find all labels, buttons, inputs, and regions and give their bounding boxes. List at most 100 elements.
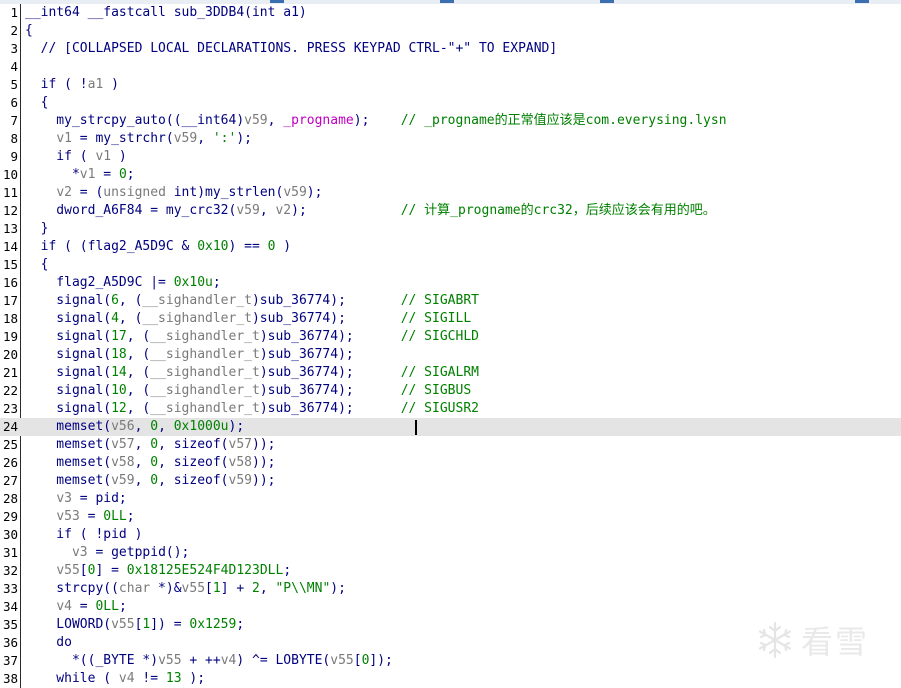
- watermark-text: 看雪: [801, 623, 870, 661]
- code-line[interactable]: 3 // [COLLAPSED LOCAL DECLARATIONS. PRES…: [0, 40, 901, 58]
- code-token: v55: [158, 653, 182, 668]
- code-line[interactable]: 23 signal(12, (__sighandler_t)sub_36774)…: [0, 400, 901, 418]
- code-token: 0x18125E524F4D123DLL: [126, 563, 284, 578]
- code-line[interactable]: 9 if ( v1 ): [0, 148, 901, 166]
- watermark: 看雪: [755, 616, 885, 664]
- tab-indicator[interactable]: [600, 0, 614, 3]
- code-line[interactable]: 21 signal(14, (__sighandler_t)sub_36774)…: [0, 364, 901, 382]
- code-line[interactable]: 25 memset(v57, 0, sizeof(v57));: [0, 436, 901, 454]
- code-token: 0LL: [95, 599, 119, 614]
- code-line[interactable]: 28 v3 = pid;: [0, 490, 901, 508]
- tab-indicator[interactable]: [440, 0, 454, 3]
- code-token: __sighandler_t: [150, 383, 260, 398]
- code-area[interactable]: 1 __int64 __fastcall sub_3DDB4(int a1) 2{3…: [0, 4, 901, 688]
- code-token: signal(: [25, 329, 112, 344]
- code-line[interactable]: 10 *v1 = 0;: [0, 166, 901, 184]
- code-line[interactable]: 24 memset(v56, 0, 0x1000u);: [0, 418, 901, 436]
- code-line[interactable]: 4: [0, 58, 901, 76]
- line-number: 37: [2, 653, 18, 668]
- code-token: );: [291, 203, 401, 218]
- tab-indicator[interactable]: [855, 0, 869, 3]
- code-token: 0: [118, 167, 127, 182]
- code-line[interactable]: 26 memset(v58, 0, sizeof(v58));: [0, 454, 901, 472]
- code-line[interactable]: 13 }: [0, 220, 901, 238]
- code-token: ): [275, 239, 292, 254]
- code-line[interactable]: 16 flag2_A5D9C |= 0x10u;: [0, 274, 901, 292]
- code-token: __int64 __fastcall sub_3DDB4(int a1): [25, 5, 307, 20]
- code-token: 0LL: [103, 509, 127, 524]
- code-text: }: [25, 220, 49, 238]
- code-line[interactable]: 33 strcpy((char *)&v55[1] + 2, "P\\MN");: [0, 580, 901, 598]
- code-line[interactable]: 27 memset(v59, 0, sizeof(v59));: [0, 472, 901, 490]
- code-line[interactable]: 29 v53 = 0LL;: [0, 508, 901, 526]
- code-token: , (: [118, 311, 143, 326]
- code-text: if ( (flag2_A5D9C & 0x10) == 0 ): [25, 238, 291, 256]
- code-line[interactable]: 31 v3 = getppid();: [0, 544, 901, 562]
- code-line[interactable]: 32 v55[0] = 0x18125E524F4D123DLL;: [0, 562, 901, 580]
- line-number: 4: [10, 59, 18, 74]
- code-token: __sighandler_t: [142, 311, 252, 326]
- code-comment: // SIGILL: [400, 311, 472, 326]
- code-line[interactable]: 11 v2 = (unsigned int)my_strlen(v59);: [0, 184, 901, 202]
- code-token: _progname: [283, 113, 354, 128]
- code-text: v2 = (unsigned int)my_strlen(v59);: [25, 184, 322, 202]
- code-token: v59: [173, 131, 198, 146]
- line-number: 14: [2, 239, 18, 254]
- code-line[interactable]: 1 __int64 __fastcall sub_3DDB4(int a1): [0, 4, 901, 22]
- code-line[interactable]: 12 dword_A6F84 = my_crc32(v59, v2); // 计…: [0, 202, 901, 220]
- line-number: 34: [2, 599, 18, 614]
- code-line[interactable]: 14 if ( (flag2_A5D9C & 0x10) == 0 ): [0, 238, 901, 256]
- code-token: 4: [111, 311, 119, 326]
- pseudocode-view[interactable]: 1 __int64 __fastcall sub_3DDB4(int a1) 2{3…: [0, 4, 901, 688]
- code-token: v55: [56, 563, 80, 578]
- line-number: 26: [2, 455, 18, 470]
- code-line[interactable]: 6 {: [0, 94, 901, 112]
- code-token: __sighandler_t: [150, 365, 260, 380]
- code-token: v4: [118, 671, 135, 686]
- code-line[interactable]: 20 signal(18, (__sighandler_t)sub_36774)…: [0, 346, 901, 364]
- code-line[interactable]: 17 signal(6, (__sighandler_t)sub_36774);…: [0, 292, 901, 310]
- code-token: ): [111, 149, 127, 164]
- code-line[interactable]: 22 signal(10, (__sighandler_t)sub_36774)…: [0, 382, 901, 400]
- code-token: v1: [56, 131, 72, 146]
- code-text: v1 = my_strchr(v59, ':');: [25, 130, 252, 148]
- code-text: strcpy((char *)&v55[1] + 2, "P\\MN");: [25, 580, 346, 598]
- code-token: signal(: [25, 365, 112, 380]
- code-token: v59: [111, 473, 135, 488]
- code-token: 0x10: [197, 239, 229, 254]
- code-token: if ( (flag2_A5D9C &: [25, 239, 198, 254]
- code-line[interactable]: 15 {: [0, 256, 901, 274]
- code-token: ,: [259, 581, 276, 596]
- code-text: {: [25, 22, 33, 40]
- code-line[interactable]: 5 if ( !a1 ): [0, 76, 901, 94]
- code-token: "P\\MN": [275, 581, 331, 596]
- code-token: ]) =: [150, 617, 190, 632]
- code-token: )sub_36774);: [259, 347, 354, 362]
- code-line[interactable]: 8 v1 = my_strchr(v59, ':');: [0, 130, 901, 148]
- code-text: while ( v4 != 13 );: [25, 670, 205, 688]
- code-token: ,: [259, 203, 276, 218]
- code-token: if ( !: [25, 77, 88, 92]
- code-token: ));: [252, 473, 276, 488]
- code-token: 0: [150, 437, 159, 452]
- code-token: v59: [228, 473, 252, 488]
- code-token: memset(: [25, 455, 112, 470]
- code-line[interactable]: 30 if ( !pid ): [0, 526, 901, 544]
- code-token: unsigned: [103, 185, 166, 200]
- code-text: signal(18, (__sighandler_t)sub_36774);: [25, 346, 354, 364]
- code-token: while (: [25, 671, 119, 686]
- code-token: ,: [158, 419, 174, 434]
- code-line[interactable]: 19 signal(17, (__sighandler_t)sub_36774)…: [0, 328, 901, 346]
- code-token: v1: [79, 167, 96, 182]
- tab-indicator[interactable]: [270, 0, 284, 3]
- code-line[interactable]: 7 my_strcpy_auto((__int64)v59, _progname…: [0, 112, 901, 130]
- code-line[interactable]: 38 while ( v4 != 13 );: [0, 670, 901, 688]
- code-line[interactable]: 34 v4 = 0LL;: [0, 598, 901, 616]
- code-token: =: [79, 509, 104, 524]
- line-number: 17: [2, 293, 18, 308]
- code-line[interactable]: 2{: [0, 22, 901, 40]
- code-token: v3: [71, 545, 88, 560]
- code-token: __sighandler_t: [150, 401, 260, 416]
- code-line[interactable]: 18 signal(4, (__sighandler_t)sub_36774);…: [0, 310, 901, 328]
